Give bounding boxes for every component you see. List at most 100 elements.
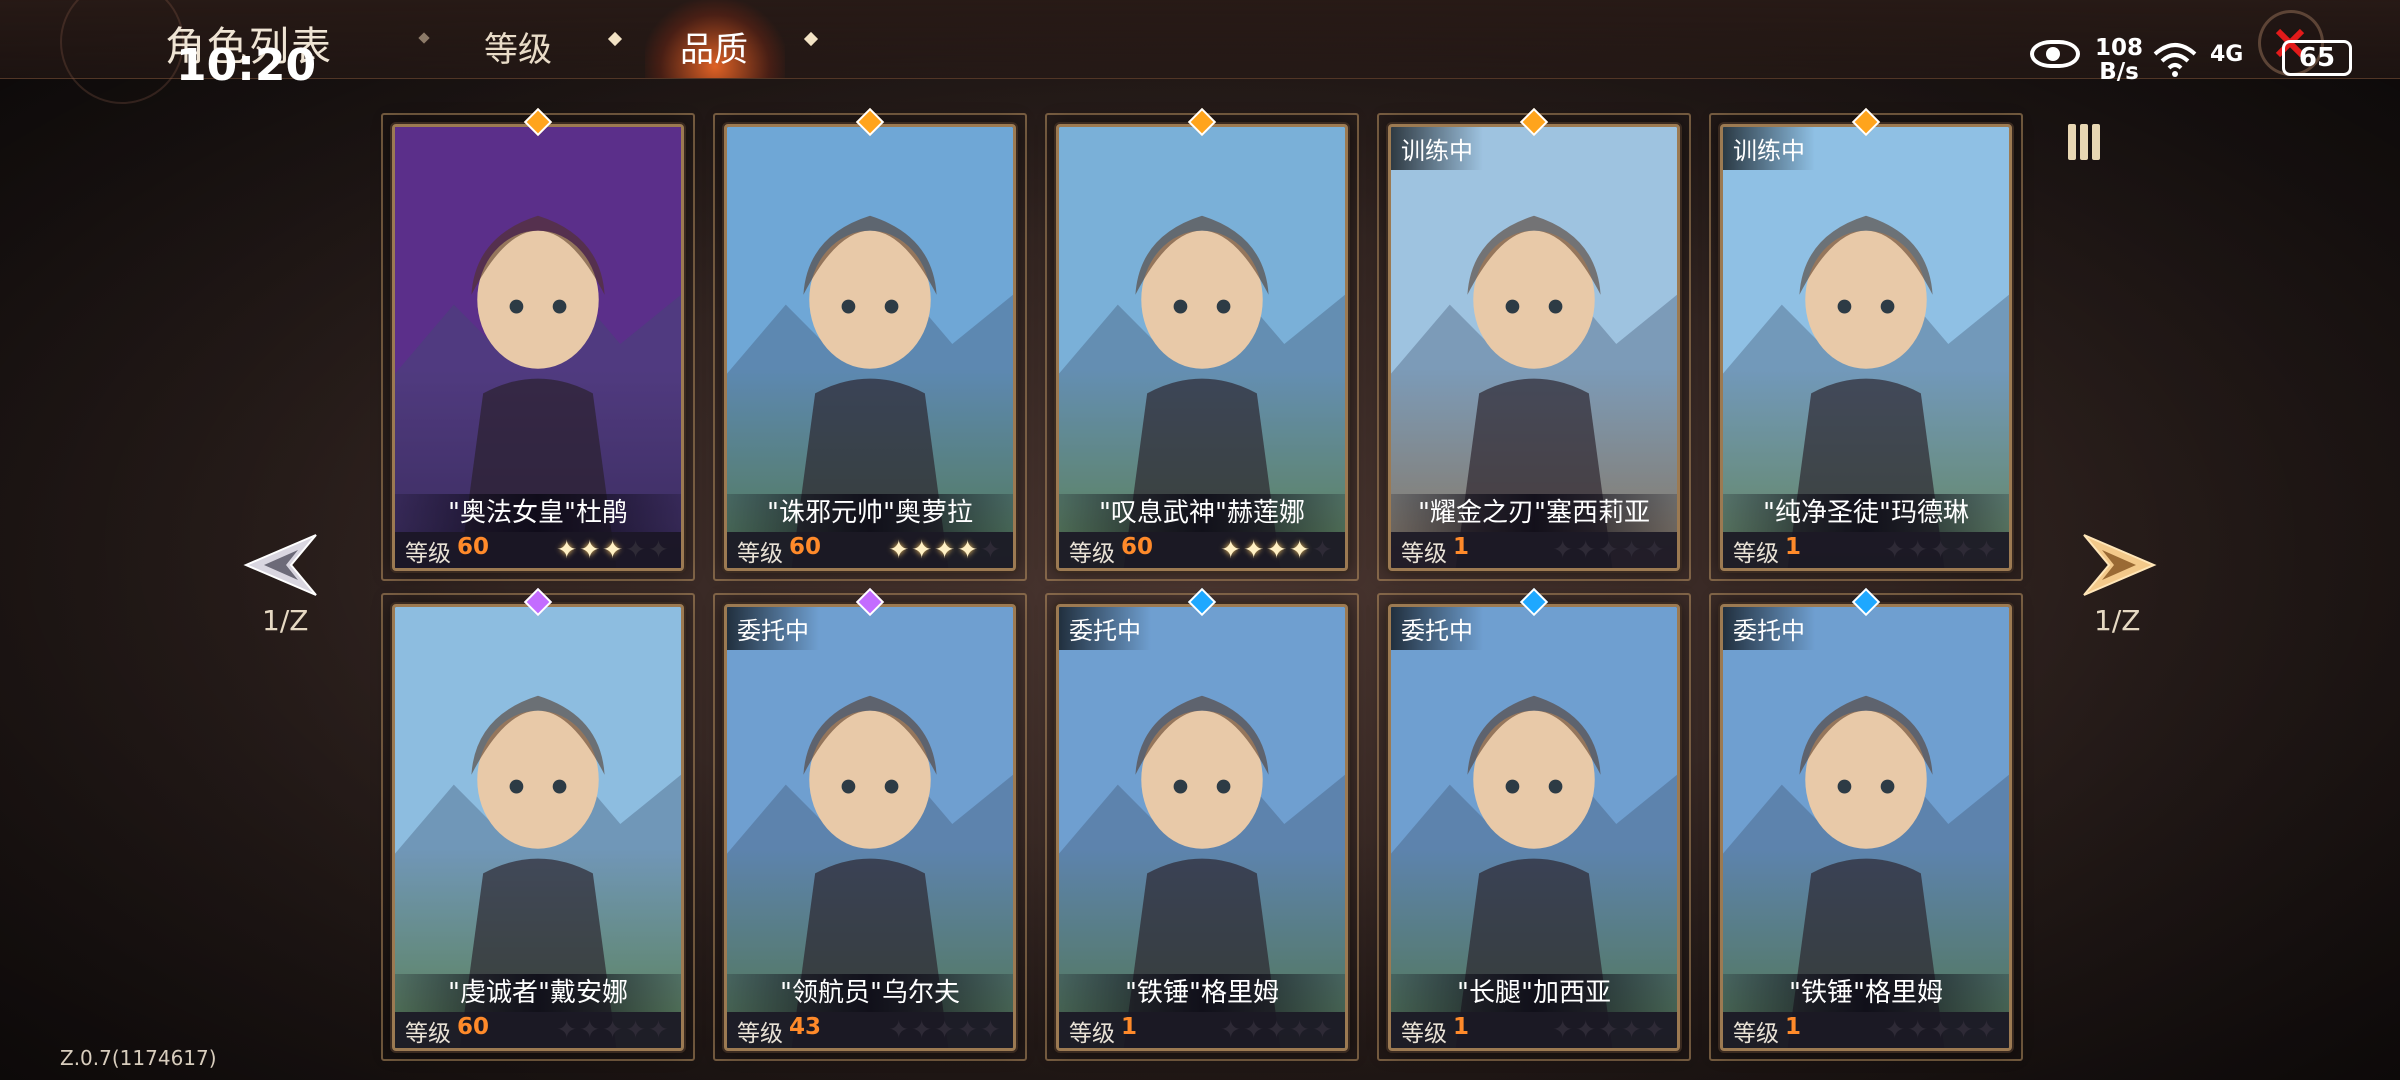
star-rating: ✦✦✦✦✦ [1220, 1015, 1335, 1044]
star-icon: ✦ [1907, 535, 1931, 564]
network-speed: 108 B/s [2095, 36, 2143, 84]
status-badge: 委托中 [727, 607, 819, 650]
level-value: 60 [457, 1014, 490, 1040]
star-icon: ✦ [1953, 1015, 1977, 1044]
star-icon: ✦ [1930, 1015, 1954, 1044]
star-icon: ✦ [1552, 535, 1576, 564]
page-indicator-left: 1/Z [262, 604, 309, 637]
star-rating: ✦✦✦✦✦ [1884, 1015, 1999, 1044]
star-icon: ✦ [625, 535, 649, 564]
star-icon: ✦ [1976, 1015, 1999, 1044]
grid-menu-button[interactable] [2062, 118, 2112, 168]
star-icon: ✦ [602, 535, 626, 564]
character-card[interactable]: "诛邪元帅"奥萝拉 等级 60 ✦✦✦✦✦ [724, 124, 1016, 571]
character-card[interactable]: "叹息武神"赫莲娜 等级 60 ✦✦✦✦✦ [1056, 124, 1348, 571]
character-card[interactable]: "虔诚者"戴安娜 等级 60 ✦✦✦✦✦ [392, 604, 684, 1051]
character-name: "叹息武神"赫莲娜 [1059, 494, 1345, 532]
star-rating: ✦✦✦✦✦ [1220, 535, 1335, 564]
star-icon: ✦ [1266, 1015, 1290, 1044]
star-icon: ✦ [934, 1015, 958, 1044]
status-badge: 训练中 [1723, 127, 1815, 170]
star-icon: ✦ [1930, 535, 1954, 564]
character-name: "纯净圣徒"玛德琳 [1723, 494, 2009, 532]
star-rating: ✦✦✦✦✦ [888, 535, 1003, 564]
level-bar: 等级 1 ✦✦✦✦✦ [1723, 1012, 2009, 1048]
star-icon: ✦ [556, 535, 580, 564]
prev-page-button[interactable] [236, 520, 326, 610]
star-icon: ✦ [556, 1015, 580, 1044]
level-bar: 等级 60 ✦✦✦✦✦ [727, 532, 1013, 568]
level-label: 等级 [1069, 541, 1115, 567]
eye-icon [2030, 40, 2080, 68]
star-rating: ✦✦✦✦✦ [1552, 1015, 1667, 1044]
star-icon: ✦ [1598, 1015, 1622, 1044]
tab-quality[interactable]: 品质 [680, 22, 748, 71]
star-icon: ✦ [648, 1015, 671, 1044]
character-name: "领航员"乌尔夫 [727, 974, 1013, 1012]
level-bar: 等级 60 ✦✦✦✦✦ [1059, 532, 1345, 568]
status-badge: 委托中 [1391, 607, 1483, 650]
star-icon: ✦ [934, 535, 958, 564]
star-icon: ✦ [1243, 1015, 1267, 1044]
level-bar: 等级 60 ✦✦✦✦✦ [395, 1012, 681, 1048]
level-label: 等级 [405, 541, 451, 567]
star-icon: ✦ [957, 535, 981, 564]
character-card[interactable]: 委托中 "领航员"乌尔夫 等级 43 ✦✦✦✦✦ [724, 604, 1016, 1051]
tab-separator-icon [803, 31, 819, 47]
star-icon: ✦ [1312, 1015, 1335, 1044]
star-icon: ✦ [1312, 535, 1335, 564]
star-icon: ✦ [957, 1015, 981, 1044]
level-bar: 等级 43 ✦✦✦✦✦ [727, 1012, 1013, 1048]
star-icon: ✦ [579, 535, 603, 564]
star-icon: ✦ [1289, 535, 1313, 564]
star-icon: ✦ [1289, 1015, 1313, 1044]
status-badge: 训练中 [1391, 127, 1483, 170]
star-icon: ✦ [980, 1015, 1003, 1044]
character-name: "诛邪元帅"奥萝拉 [727, 494, 1013, 532]
star-icon: ✦ [1575, 535, 1599, 564]
star-icon: ✦ [625, 1015, 649, 1044]
network-speed-unit: B/s [2099, 59, 2139, 85]
character-card[interactable]: 委托中 "铁锤"格里姆 等级 1 ✦✦✦✦✦ [1056, 604, 1348, 1051]
level-bar: 等级 1 ✦✦✦✦✦ [1391, 532, 1677, 568]
level-label: 等级 [1733, 541, 1779, 567]
level-value: 1 [1785, 1014, 1802, 1040]
character-card[interactable]: 委托中 "长腿"加西亚 等级 1 ✦✦✦✦✦ [1388, 604, 1680, 1051]
level-bar: 等级 1 ✦✦✦✦✦ [1059, 1012, 1345, 1048]
level-value: 1 [1453, 1014, 1470, 1040]
wifi-icon [2153, 43, 2197, 77]
next-page-button[interactable] [2074, 520, 2164, 610]
star-icon: ✦ [1884, 535, 1908, 564]
character-name: "耀金之刃"塞西莉亚 [1391, 494, 1677, 532]
tab-separator-icon [418, 32, 430, 44]
star-icon: ✦ [1907, 1015, 1931, 1044]
star-icon: ✦ [1220, 535, 1244, 564]
character-card[interactable]: "奥法女皇"杜鹃 等级 60 ✦✦✦✦✦ [392, 124, 684, 571]
level-bar: 等级 1 ✦✦✦✦✦ [1723, 532, 2009, 568]
character-card[interactable]: 训练中 "纯净圣徒"玛德琳 等级 1 ✦✦✦✦✦ [1720, 124, 2012, 571]
character-card[interactable]: 委托中 "铁锤"格里姆 等级 1 ✦✦✦✦✦ [1720, 604, 2012, 1051]
character-name: "奥法女皇"杜鹃 [395, 494, 681, 532]
star-rating: ✦✦✦✦✦ [1552, 535, 1667, 564]
level-value: 60 [1121, 534, 1154, 560]
top-bar: 角色列表 10:20 等级 品质 [0, 0, 2400, 104]
star-icon: ✦ [1644, 535, 1667, 564]
star-rating: ✦✦✦✦✦ [556, 1015, 671, 1044]
status-clock: 10:20 [176, 40, 317, 91]
tab-level[interactable]: 等级 [484, 22, 552, 71]
version-label: Z.0.7(1174617) [60, 1046, 217, 1070]
character-name: "铁锤"格里姆 [1723, 974, 2009, 1012]
star-icon: ✦ [1644, 1015, 1667, 1044]
level-value: 43 [789, 1014, 822, 1040]
star-rating: ✦✦✦✦✦ [556, 535, 671, 564]
character-name: "虔诚者"戴安娜 [395, 974, 681, 1012]
level-value: 60 [789, 534, 822, 560]
level-value: 1 [1453, 534, 1470, 560]
level-label: 等级 [405, 1021, 451, 1047]
star-icon: ✦ [602, 1015, 626, 1044]
character-card[interactable]: 训练中 "耀金之刃"塞西莉亚 等级 1 ✦✦✦✦✦ [1388, 124, 1680, 571]
star-icon: ✦ [1220, 1015, 1244, 1044]
star-icon: ✦ [579, 1015, 603, 1044]
star-icon: ✦ [888, 535, 912, 564]
tab-separator-icon [607, 31, 623, 47]
